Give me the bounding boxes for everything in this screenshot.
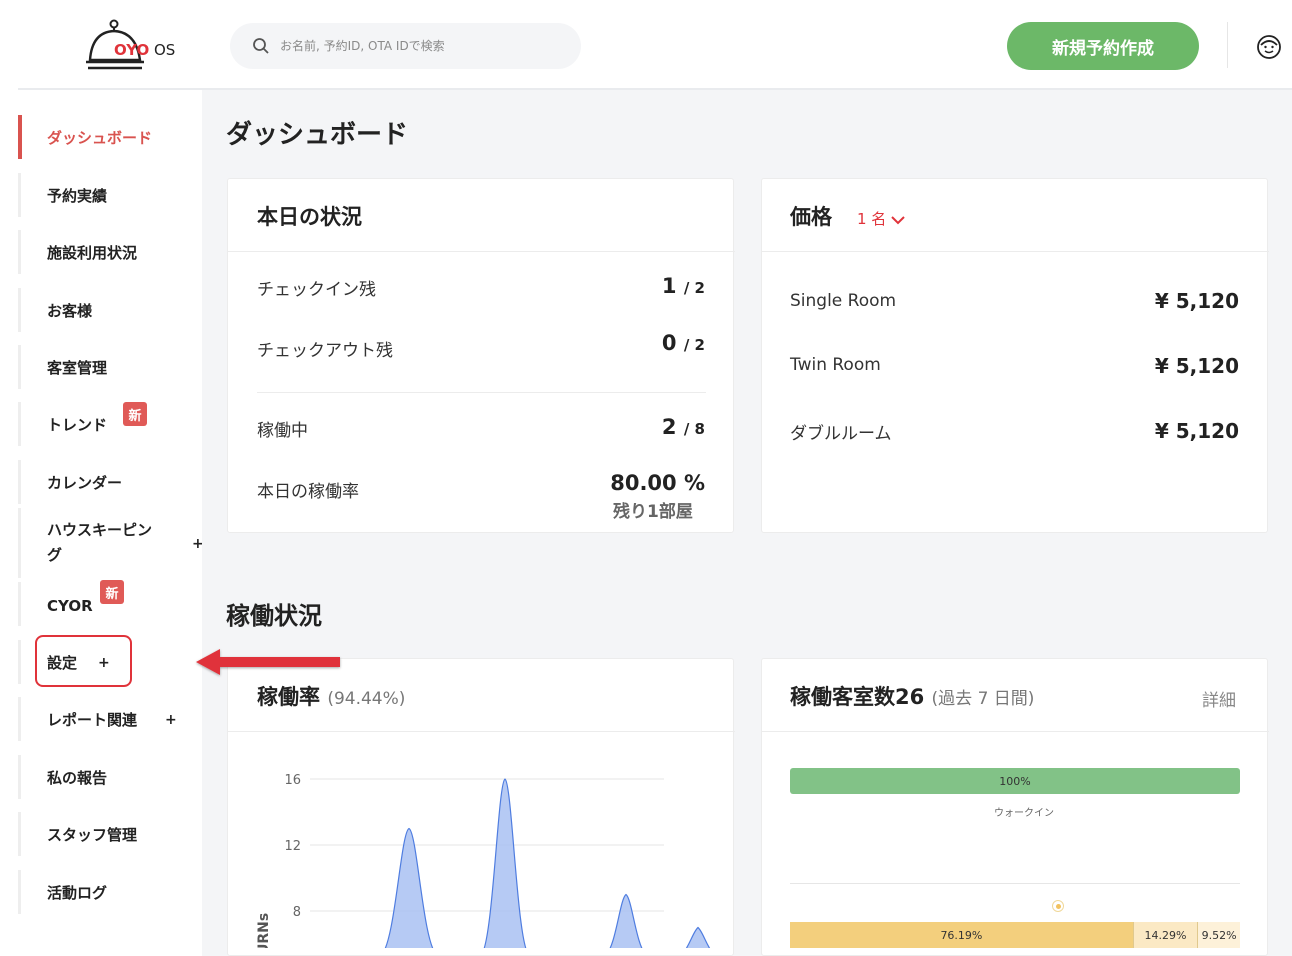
price-card: 価格 Single Room ¥ 5,120 Twin Room ¥ 5,120… xyxy=(761,178,1269,533)
sidebar-item-label: ハウスキーピン xyxy=(47,521,153,539)
details-link[interactable]: 詳細 xyxy=(1202,686,1236,711)
room-price: ¥ 5,120 xyxy=(1154,289,1239,313)
card-divider xyxy=(228,251,735,252)
sidebar-item-calendar[interactable]: カレンダー xyxy=(18,460,202,504)
sidebar-item-facility-usage[interactable]: 施設利用状況 xyxy=(18,230,202,274)
today-occupancy-rate-value: 80.00 % xyxy=(610,471,705,495)
section-title: 稼働状況 xyxy=(226,602,322,630)
new-badge: 新 xyxy=(100,580,124,604)
sidebar-item-label: 予約実績 xyxy=(47,187,108,205)
expand-plus-icon[interactable]: + xyxy=(165,712,177,728)
sidebar-item-label: スタッフ管理 xyxy=(47,826,138,844)
marker-dot xyxy=(1052,900,1064,912)
sidebar-item-label: 施設利用状況 xyxy=(47,244,138,262)
page-title: ダッシュボード xyxy=(226,120,409,150)
card-divider xyxy=(762,251,1269,252)
occupied-value: 2 / 8 xyxy=(661,415,705,439)
card-title: 稼働客室数26 (過去 7 日間) xyxy=(790,685,1035,709)
y-tick-label: 8 xyxy=(293,905,301,920)
room-name: Twin Room xyxy=(790,355,881,375)
sidebar-item-activity-log[interactable]: 活動ログ xyxy=(18,870,202,914)
sidebar-item-room-management[interactable]: 客室管理 xyxy=(18,345,202,389)
sidebar-item-label: 活動ログ xyxy=(47,884,108,902)
user-profile-icon[interactable] xyxy=(1256,34,1282,60)
card-divider xyxy=(762,731,1269,732)
logo-oyo-text: OYO xyxy=(114,41,149,59)
room-price: ¥ 5,120 xyxy=(1154,419,1239,443)
sidebar-item-label: 客室管理 xyxy=(47,359,108,377)
area-peak xyxy=(685,926,711,948)
sidebar-item-label: 私の報告 xyxy=(47,769,108,787)
checkout-remaining-value: 0 / 2 xyxy=(661,331,705,355)
checkin-remaining-value: 1 / 2 xyxy=(661,274,705,298)
sidebar-item-reports[interactable]: レポート関連 + xyxy=(18,697,202,741)
occupancy-percent: (94.44%) xyxy=(327,689,406,709)
checkin-remaining-label: チェックイン残 xyxy=(257,280,376,300)
area-peak xyxy=(609,893,643,948)
search-input[interactable] xyxy=(280,23,570,69)
sidebar-item-trends[interactable]: トレンド 新 xyxy=(18,402,202,446)
sidebar-item-label-cont: グ xyxy=(47,546,63,564)
occupied-label: 稼働中 xyxy=(257,421,308,441)
y-tick-label: 12 xyxy=(284,839,301,854)
sidebar: ダッシュボード 予約実績 施設利用状況 お客様 客室管理 トレンド 新 カレンダ… xyxy=(18,90,204,956)
room-name: Single Room xyxy=(790,291,897,311)
sidebar-item-dashboard[interactable]: ダッシュボード xyxy=(18,115,202,159)
sidebar-item-booking-results[interactable]: 予約実績 xyxy=(18,173,202,217)
card-title: 稼働率 (94.44%) xyxy=(257,685,406,709)
period-label: (過去 7 日間) xyxy=(931,689,1035,709)
person-count-value: 1 名 xyxy=(857,210,887,228)
y-tick-label: 16 xyxy=(284,773,301,788)
card-divider xyxy=(228,731,735,732)
walkin-share-bar: 100% xyxy=(790,768,1240,794)
sidebar-item-label: お客様 xyxy=(47,302,93,320)
y-axis-label: URNs xyxy=(256,913,272,948)
app-header: OYO OS 新規予約作成 xyxy=(0,0,1292,88)
stack-segment: 76.19% xyxy=(790,922,1133,948)
walkin-label: ウォークイン xyxy=(994,808,1054,819)
header-divider xyxy=(1227,22,1228,68)
occupancy-area-chart: 16 12 8 URNs xyxy=(256,773,711,948)
divider-line xyxy=(790,883,1240,884)
area-peak xyxy=(384,827,434,948)
new-badge: 新 xyxy=(123,402,147,426)
new-booking-button[interactable]: 新規予約作成 xyxy=(1007,22,1199,70)
sidebar-item-label: ダッシュボード xyxy=(47,129,153,147)
today-status-card: 本日の状況 チェックイン残 1 / 2 チェックアウト残 0 / 2 稼働中 2… xyxy=(227,178,735,533)
logo-os-text: OS xyxy=(154,41,175,59)
area-peak xyxy=(483,778,527,948)
sidebar-item-label: レポート関連 xyxy=(47,711,138,729)
search-icon xyxy=(252,37,270,59)
left-arrow-icon xyxy=(196,649,340,675)
sidebar-item-label: カレンダー xyxy=(47,474,123,492)
sidebar-item-cyor[interactable]: CYOR 新 xyxy=(18,580,202,626)
checkout-remaining-label: チェックアウト残 xyxy=(257,341,393,361)
oyo-os-logo[interactable]: OYO OS xyxy=(84,18,184,74)
room-name: ダブルルーム xyxy=(790,424,892,444)
rooms-remaining: 残り1部屋 xyxy=(613,502,693,522)
room-price: ¥ 5,120 xyxy=(1154,354,1239,378)
stack-segment: 9.52% xyxy=(1197,922,1240,948)
sidebar-item-staff-management[interactable]: スタッフ管理 xyxy=(18,812,202,856)
chevron-down-icon xyxy=(891,215,905,224)
card-divider xyxy=(257,392,706,393)
sidebar-item-housekeeping[interactable]: ハウスキーピン グ + xyxy=(18,508,204,578)
search-bar[interactable] xyxy=(230,23,581,69)
sidebar-item-guests[interactable]: お客様 xyxy=(18,288,202,332)
sidebar-item-label: CYOR xyxy=(47,597,93,615)
today-occupancy-rate-label: 本日の稼働率 xyxy=(257,482,359,502)
card-title: 本日の状況 xyxy=(257,205,362,229)
stack-segment: 14.29% xyxy=(1132,922,1198,948)
settings-highlight-box xyxy=(35,635,132,687)
card-title: 価格 xyxy=(790,205,832,229)
person-count-dropdown[interactable]: 1 名 xyxy=(857,208,905,229)
sidebar-item-my-reports[interactable]: 私の報告 xyxy=(18,755,202,799)
sidebar-item-label: トレンド xyxy=(47,416,108,434)
